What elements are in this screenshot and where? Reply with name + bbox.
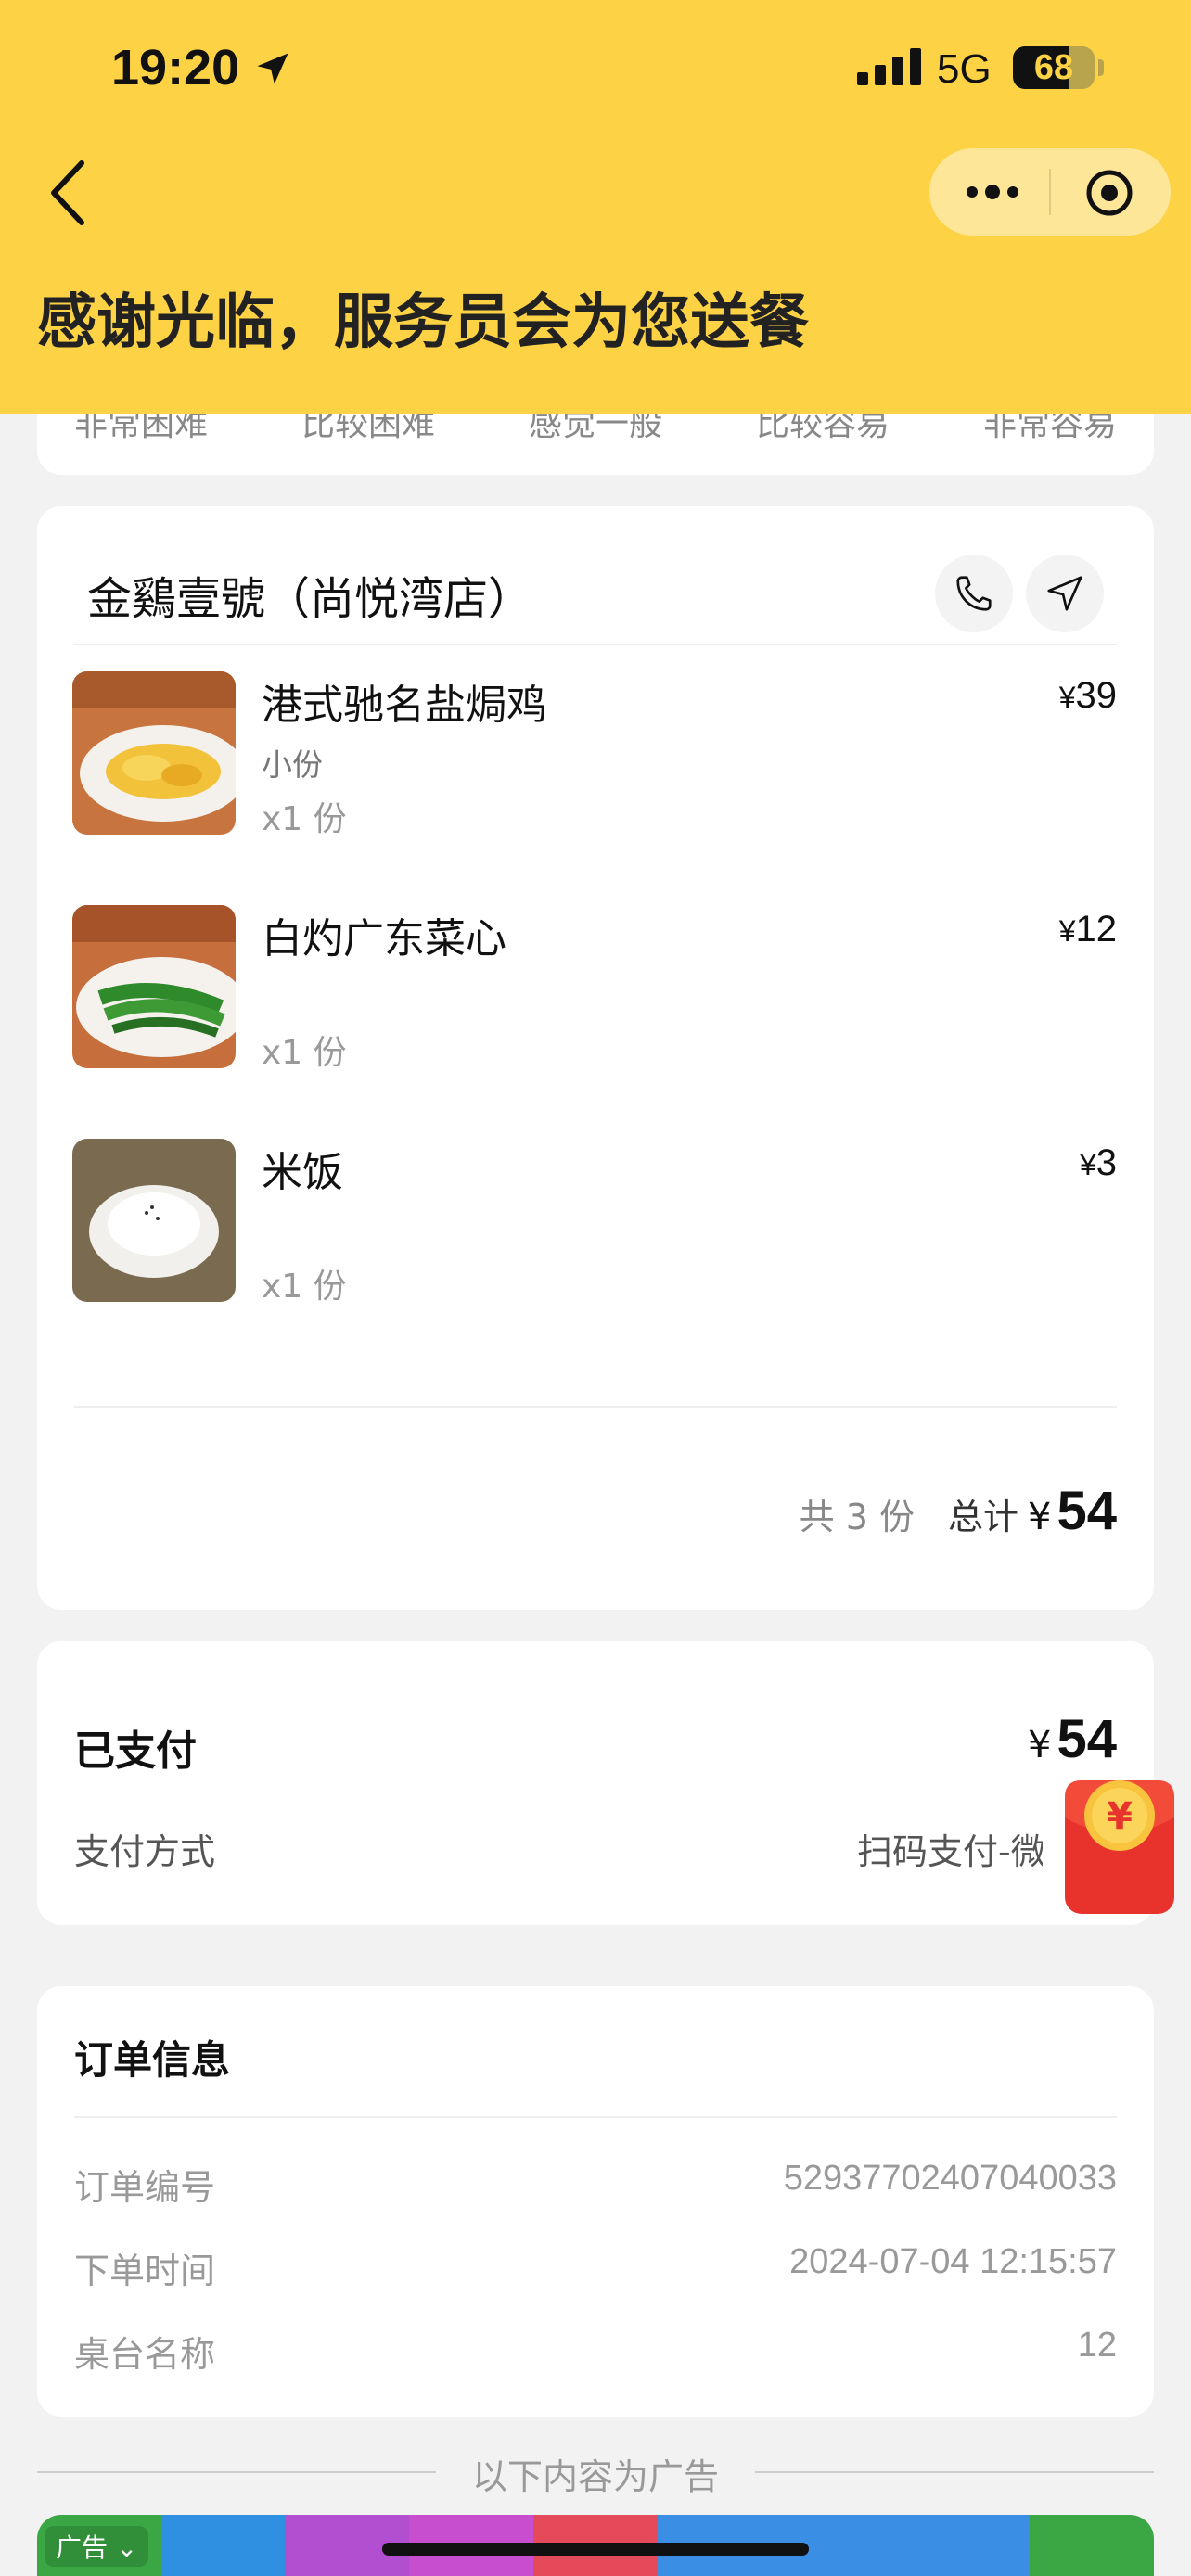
page-title: 感谢光临，服务员会为您送餐 — [37, 288, 809, 357]
divider — [74, 1406, 1117, 1408]
order-totals: 共 3 份 总计 ¥ 54 — [800, 1480, 1117, 1542]
item-name: 白灼广东菜心 — [262, 915, 506, 963]
order-item: 港式驰名盐焗鸡 小份 x1 份 ¥39 — [72, 671, 1117, 838]
item-spec: 小份 — [262, 746, 323, 783]
miniprogram-capsule — [929, 148, 1171, 236]
item-quantity: x1 份 — [262, 1268, 347, 1306]
ad-tile — [905, 2515, 1031, 2576]
order-info-title: 订单信息 — [74, 2037, 231, 2083]
item-quantity: x1 份 — [262, 1034, 347, 1072]
divider — [74, 644, 1117, 645]
item-count: 共 3 份 — [799, 1497, 916, 1537]
ad-tag-label: 广告 — [56, 2532, 109, 2563]
currency-symbol: ¥ — [1079, 1148, 1096, 1181]
dish-image-chicken — [72, 671, 236, 835]
order-number-label: 订单编号 — [74, 2167, 216, 2208]
order-card: 金鷄壹號（尚悦湾店） 港式驰名盐焗鸡 小份 x1 份 ¥39 白灼广东菜心 x1… — [37, 506, 1154, 1610]
currency-symbol: ¥ — [1028, 1724, 1052, 1766]
table-name-value: 12 — [1077, 2326, 1117, 2365]
paid-amount: ¥ 54 — [1028, 1708, 1117, 1770]
order-time-row: 下单时间 2024-07-04 12:15:57 — [74, 2242, 1117, 2291]
item-price: ¥39 — [1059, 675, 1117, 717]
battery-percent: 68 — [1033, 48, 1074, 87]
ad-separator-text: 以下内容为广告 — [471, 2456, 719, 2497]
price-value: 3 — [1095, 1142, 1117, 1183]
currency-symbol: ¥ — [1058, 681, 1076, 714]
red-packet-icon[interactable]: ¥ — [1065, 1775, 1174, 1914]
order-number-value[interactable]: 52937702407040033 — [784, 2159, 1117, 2199]
total-amount: 54 — [1057, 1481, 1117, 1541]
item-name: 米饭 — [262, 1149, 343, 1196]
total-label: 总计 — [948, 1497, 1019, 1537]
phone-icon — [956, 576, 992, 611]
item-name: 港式驰名盐焗鸡 — [262, 682, 547, 729]
divider — [74, 2116, 1117, 2118]
battery-tip — [1098, 59, 1104, 76]
more-dots-icon[interactable] — [965, 182, 1020, 202]
capsule-divider — [1049, 169, 1051, 215]
battery-icon: 68 — [1013, 46, 1095, 89]
currency-symbol: ¥ — [1058, 914, 1076, 948]
table-name-label: 桌台名称 — [74, 2334, 216, 2375]
dish-image-rice — [72, 1139, 236, 1302]
order-number-row: 订单编号 52937702407040033 — [74, 2159, 1117, 2208]
pay-method-label: 支付方式 — [74, 1831, 216, 1872]
network-type: 5G — [937, 46, 992, 92]
order-info-card: 订单信息 订单编号 52937702407040033 下单时间 2024-07… — [37, 1986, 1154, 2417]
paid-value: 54 — [1057, 1709, 1117, 1769]
status-time: 19:20 — [111, 40, 240, 96]
ad-tag[interactable]: 广告 ⌄ — [45, 2526, 149, 2567]
item-price: ¥12 — [1059, 909, 1117, 950]
paid-label: 已支付 — [74, 1728, 197, 1775]
svg-text:¥: ¥ — [1107, 1795, 1133, 1838]
close-target-icon[interactable] — [1085, 169, 1133, 217]
order-item: 米饭 x1 份 ¥3 — [72, 1139, 1117, 1306]
cellular-signal-icon — [857, 48, 921, 85]
order-time-value: 2024-07-04 12:15:57 — [789, 2242, 1117, 2281]
navigation-icon — [1047, 576, 1082, 611]
ad-tile — [1030, 2515, 1154, 2576]
call-button[interactable] — [935, 555, 1013, 632]
app-header: 19:20 5G 68 感谢光临，服务员会为您送餐 — [0, 0, 1191, 414]
table-name-row: 桌台名称 12 — [74, 2326, 1117, 2375]
ad-separator: 以下内容为广告 — [37, 2448, 1154, 2497]
ad-tile — [160, 2515, 286, 2576]
location-arrow-icon — [257, 53, 288, 84]
price-value: 39 — [1075, 675, 1118, 716]
store-name: 金鷄壹號（尚悦湾店） — [87, 573, 533, 625]
payment-card: 已支付 ¥ 54 支付方式 扫码支付-微 — [37, 1641, 1154, 1925]
item-price: ¥3 — [1080, 1142, 1117, 1184]
navigate-button[interactable] — [1026, 555, 1104, 632]
currency-symbol: ¥ — [1028, 1496, 1052, 1538]
home-indicator — [382, 2543, 809, 2556]
order-item: 白灼广东菜心 x1 份 ¥12 — [72, 905, 1117, 1072]
dish-image-greens — [72, 905, 236, 1068]
back-arrow-icon[interactable] — [46, 156, 93, 230]
order-time-label: 下单时间 — [74, 2251, 216, 2291]
pay-method-value: 扫码支付-微 — [857, 1831, 1043, 1872]
price-value: 12 — [1075, 909, 1118, 950]
item-quantity: x1 份 — [262, 800, 347, 838]
